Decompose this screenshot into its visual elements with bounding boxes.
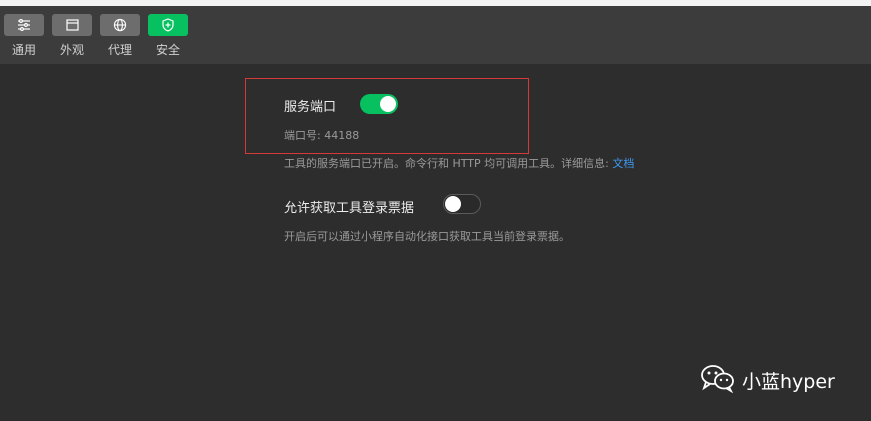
tab-proxy[interactable]: 代理 xyxy=(100,14,140,62)
service-port-description: 工具的服务端口已开启。命令行和 HTTP 均可调用工具。详细信息: 文档 xyxy=(284,155,634,171)
tab-appearance[interactable]: 外观 xyxy=(52,14,92,62)
tab-security[interactable]: 安全 xyxy=(148,14,188,62)
tab-general[interactable]: 通用 xyxy=(4,14,44,62)
toggle-knob xyxy=(380,96,396,112)
tab-appearance-label: 外观 xyxy=(59,43,84,57)
toggle-knob xyxy=(445,196,461,212)
sliders-icon xyxy=(4,14,44,36)
tab-general-label: 通用 xyxy=(11,43,36,57)
wechat-icon xyxy=(700,363,736,397)
login-ticket-toggle[interactable] xyxy=(443,194,481,214)
globe-icon xyxy=(100,14,140,36)
watermark: 小蓝hyper xyxy=(700,364,835,396)
settings-toolbar: 通用 外观 代理 安全 xyxy=(0,6,871,64)
port-number-label: 端口号: 44188 xyxy=(284,129,360,142)
service-port-title: 服务端口 xyxy=(284,100,337,115)
service-port-toggle[interactable] xyxy=(360,94,398,114)
docs-link[interactable]: 文档 xyxy=(612,157,634,170)
shield-icon xyxy=(148,14,188,36)
tab-proxy-label: 代理 xyxy=(107,43,132,57)
tab-security-label: 安全 xyxy=(155,43,180,57)
login-ticket-description: 开启后可以通过小程序自动化接口获取工具当前登录票据。 xyxy=(284,230,570,243)
service-port-description-text: 工具的服务端口已开启。命令行和 HTTP 均可调用工具。详细信息: xyxy=(284,157,609,170)
watermark-text: 小蓝hyper xyxy=(742,370,835,393)
window-icon xyxy=(52,14,92,36)
login-ticket-title: 允许获取工具登录票据 xyxy=(284,201,415,216)
